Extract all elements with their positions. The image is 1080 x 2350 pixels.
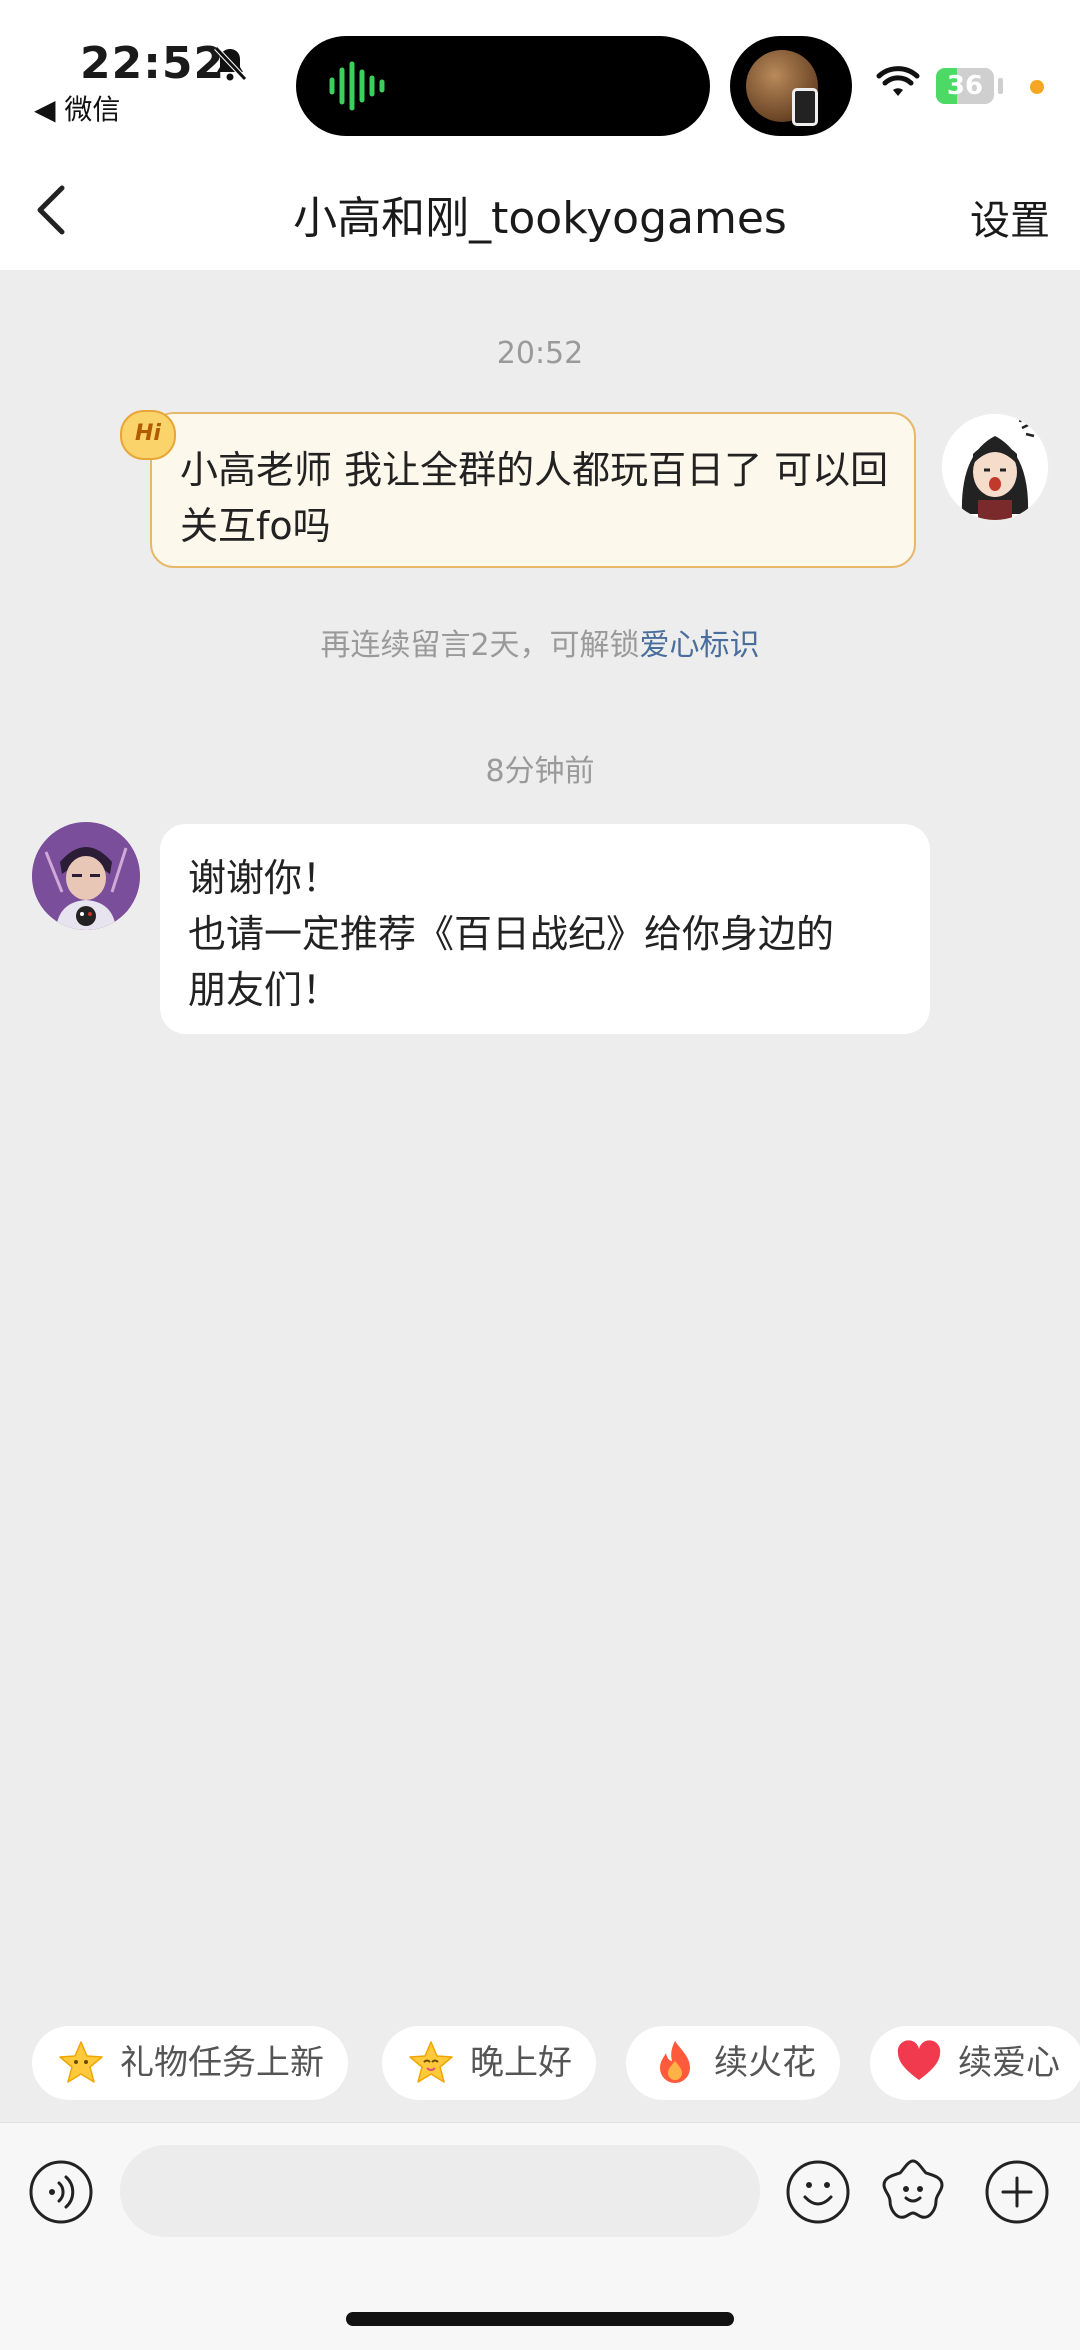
chip-label: 续爱心 xyxy=(958,2043,1060,2083)
phone-icon xyxy=(792,88,818,126)
chip-label: 礼物任务上新 xyxy=(120,2043,324,2083)
wifi-icon xyxy=(876,66,920,96)
dynamic-island xyxy=(296,36,710,136)
streak-notice: 再连续留言2天，可解锁爱心标识 xyxy=(0,620,1080,664)
bell-slash-icon xyxy=(214,46,247,81)
heart-badge-link[interactable]: 爱心标识 xyxy=(640,628,760,663)
battery-level-text: 36 xyxy=(946,71,984,101)
message-input[interactable] xyxy=(120,2145,760,2237)
received-message-bubble[interactable]: 谢谢你！ 也请一定推荐《百日战纪》给你身边的 朋友们！ xyxy=(160,824,930,1034)
received-message-line: 朋友们！ xyxy=(188,968,341,1012)
flame-icon xyxy=(660,2040,690,2083)
settings-button[interactable]: 设置 xyxy=(970,188,1050,246)
star-icon xyxy=(59,2040,103,2083)
timestamp: 8分钟前 xyxy=(485,754,595,789)
chip-label: 晚上好 xyxy=(470,2043,572,2083)
chip-gift-task[interactable]: 礼物任务上新 xyxy=(32,2026,348,2100)
nav-bar: 小高和刚_tookyogames 设置 xyxy=(0,150,1080,270)
heart-icon xyxy=(897,2039,941,2080)
chip-spark[interactable]: 续火花 xyxy=(626,2026,840,2100)
live-activity-pill[interactable] xyxy=(730,36,852,136)
back-to-app-link[interactable]: ◀ 微信 xyxy=(34,88,120,128)
girl-avatar-illustration xyxy=(942,414,1048,520)
timestamp: 20:52 xyxy=(496,336,584,371)
sent-message-bubble[interactable]: 小高老师 我让全群的人都玩百日了 可以回关互fo吗 xyxy=(150,412,916,568)
chip-label: 续火花 xyxy=(714,2043,816,2083)
smiling-star-icon xyxy=(409,2040,453,2083)
sent-message-text: 小高老师 我让全群的人都玩百日了 可以回关互fo吗 xyxy=(180,448,889,548)
home-indicator[interactable] xyxy=(346,2312,734,2326)
chevron-left-icon[interactable] xyxy=(26,180,76,240)
quick-action-chips: 礼物任务上新 晚上好 续火花 续爱心 xyxy=(0,2026,1080,2100)
status-time: 22:52 xyxy=(80,38,226,89)
received-message-line: 谢谢你！ xyxy=(188,856,341,900)
sticker-icon[interactable] xyxy=(880,2157,946,2223)
voice-icon[interactable] xyxy=(28,2159,94,2225)
chip-good-evening[interactable]: 晚上好 xyxy=(382,2026,596,2100)
contact-avatar[interactable] xyxy=(32,822,140,930)
emoji-icon[interactable] xyxy=(785,2159,851,2225)
chip-heart[interactable]: 续爱心 xyxy=(870,2026,1080,2100)
battery-icon: 36 xyxy=(936,68,994,104)
status-bar: 22:52 ◀ 微信 36 xyxy=(0,0,1080,150)
my-avatar[interactable] xyxy=(940,412,1050,522)
waveform-icon xyxy=(329,61,385,111)
character-avatar-illustration xyxy=(32,822,140,930)
streak-notice-text: 再连续留言2天，可解锁 xyxy=(320,628,640,663)
hi-badge: Hi xyxy=(120,410,176,460)
chat-title: 小高和刚_tookyogames xyxy=(293,193,787,244)
plus-icon[interactable] xyxy=(984,2159,1050,2225)
received-message-line: 也请一定推荐《百日战纪》给你身边的 xyxy=(188,912,835,956)
privacy-indicator-dot xyxy=(1030,80,1044,94)
battery-cap xyxy=(998,78,1003,94)
